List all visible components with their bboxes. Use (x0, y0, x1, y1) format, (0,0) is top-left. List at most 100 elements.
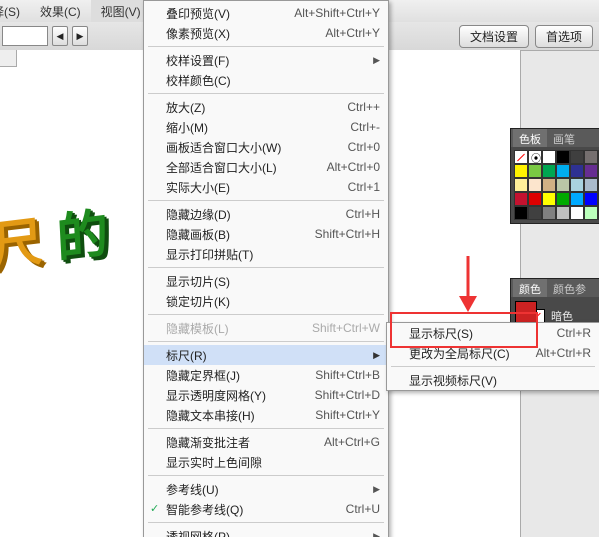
view-menu-item-24[interactable]: 隐藏文本串接(H)Shift+Ctrl+Y (144, 405, 388, 425)
view-menu-item-27[interactable]: 显示实时上色间隙 (144, 452, 388, 472)
view-menu-item-22[interactable]: 隐藏定界框(J)Shift+Ctrl+B (144, 365, 388, 385)
menu-item-accelerator: Ctrl+H (346, 207, 380, 221)
swatch[interactable] (514, 206, 528, 220)
swatch[interactable] (556, 192, 570, 206)
swatch[interactable] (556, 164, 570, 178)
color-panel-tabs: 颜色 颜色参 (511, 279, 599, 297)
swatch[interactable] (584, 178, 598, 192)
menu-view[interactable]: 视图(V) (91, 0, 151, 23)
view-menu-item-1[interactable]: 像素预览(X)Alt+Ctrl+Y (144, 23, 388, 43)
view-menu-item-8[interactable]: 画板适合窗口大小(W)Ctrl+0 (144, 137, 388, 157)
swatch[interactable] (556, 206, 570, 220)
view-menu-item-17[interactable]: 锁定切片(K) (144, 291, 388, 311)
swatches-panel[interactable]: 色板 画笔 (510, 128, 599, 224)
view-menu-separator (148, 428, 384, 429)
swatch[interactable] (514, 192, 528, 206)
swatch[interactable] (528, 164, 542, 178)
ruler-submenu-item-0[interactable]: 显示标尺(S)Ctrl+R (387, 323, 599, 343)
menu-item-label: 锁定切片(K) (166, 293, 380, 310)
menu-item-accelerator: Alt+Ctrl+0 (327, 160, 380, 174)
swatch-grid (511, 147, 599, 223)
ruler-corner (0, 50, 17, 67)
tab-swatches[interactable]: 色板 (513, 129, 547, 147)
view-menu-item-9[interactable]: 全部适合窗口大小(L)Alt+Ctrl+0 (144, 157, 388, 177)
view-menu-item-12[interactable]: 隐藏边缘(D)Ctrl+H (144, 204, 388, 224)
swatch[interactable] (542, 178, 556, 192)
tab-color[interactable]: 颜色 (513, 279, 547, 297)
swatch[interactable] (570, 164, 584, 178)
artwork-3d-text: 尺 的 (0, 191, 110, 281)
view-menu-item-0[interactable]: 叠印预览(V)Alt+Shift+Ctrl+Y (144, 3, 388, 23)
swatch[interactable] (584, 164, 598, 178)
check-icon: ✓ (150, 502, 159, 515)
view-menu-item-14[interactable]: 显示打印拼贴(T) (144, 244, 388, 264)
view-menu-item-29[interactable]: 参考线(U)▶ (144, 479, 388, 499)
view-menu-item-3[interactable]: 校样设置(F)▶ (144, 50, 388, 70)
swatch[interactable] (584, 192, 598, 206)
menu-item-label: 透视网格(P) (166, 528, 367, 537)
menu-item-accelerator: Alt+Ctrl+R (536, 346, 591, 360)
next-arrow-button[interactable]: ▶ (72, 26, 88, 46)
swatch[interactable] (556, 150, 570, 164)
view-menu-item-10[interactable]: 实际大小(E)Ctrl+1 (144, 177, 388, 197)
menu-item-label: 显示切片(S) (166, 273, 380, 290)
chevron-right-icon: ▶ (373, 55, 380, 66)
menu-item-accelerator: Shift+Ctrl+Y (315, 408, 380, 422)
menu-item-label: 隐藏文本串接(H) (166, 407, 315, 424)
tab-brushes[interactable]: 画笔 (547, 129, 581, 147)
view-menu-item-32[interactable]: 透视网格(P)▶ (144, 526, 388, 537)
swatch[interactable] (584, 150, 598, 164)
view-menu-item-19: 隐藏模板(L)Shift+Ctrl+W (144, 318, 388, 338)
view-menu-item-4[interactable]: 校样颜色(C) (144, 70, 388, 90)
view-menu-item-26[interactable]: 隐藏渐变批注者Alt+Ctrl+G (144, 432, 388, 452)
menu-item-label: 显示透明度网格(Y) (166, 387, 315, 404)
menu-item-label: 显示实时上色间隙 (166, 454, 380, 471)
swatch[interactable] (570, 178, 584, 192)
menu-item-label: 缩小(M) (166, 119, 350, 136)
artwork-char-2: 的 (55, 205, 110, 269)
tab-color-guide[interactable]: 颜色参 (547, 279, 592, 297)
swatch[interactable] (542, 206, 556, 220)
prev-arrow-button[interactable]: ◀ (52, 26, 68, 46)
view-menu-item-16[interactable]: 显示切片(S) (144, 271, 388, 291)
menu-select[interactable]: 选择(S) (0, 0, 30, 23)
swatch[interactable] (542, 164, 556, 178)
swatch[interactable] (542, 192, 556, 206)
preferences-button[interactable]: 首选项 (535, 25, 593, 48)
menu-item-label: 实际大小(E) (166, 179, 348, 196)
view-menu-item-13[interactable]: 隐藏画板(B)Shift+Ctrl+H (144, 224, 388, 244)
artboard-number-input[interactable] (2, 26, 48, 46)
menu-item-accelerator: Ctrl+1 (348, 180, 380, 194)
menu-item-label: 参考线(U) (166, 481, 367, 498)
swatch[interactable] (570, 206, 584, 220)
view-menu-item-7[interactable]: 缩小(M)Ctrl+- (144, 117, 388, 137)
swatch[interactable] (514, 150, 528, 164)
swatch[interactable] (514, 178, 528, 192)
menu-item-label: 放大(Z) (166, 99, 347, 116)
menu-item-accelerator: Ctrl+R (557, 326, 591, 340)
swatch[interactable] (514, 164, 528, 178)
menu-item-accelerator: Shift+Ctrl+B (315, 368, 380, 382)
swatch[interactable] (570, 192, 584, 206)
swatch[interactable] (542, 150, 556, 164)
view-menu-separator (148, 522, 384, 523)
view-menu-item-21[interactable]: 标尺(R)▶ (144, 345, 388, 365)
menu-effects[interactable]: 效果(C) (30, 0, 91, 23)
view-menu-item-23[interactable]: 显示透明度网格(Y)Shift+Ctrl+D (144, 385, 388, 405)
swatch[interactable] (584, 206, 598, 220)
menu-item-accelerator: Ctrl+0 (348, 140, 380, 154)
view-menu-item-6[interactable]: 放大(Z)Ctrl++ (144, 97, 388, 117)
ruler-submenu-item-1[interactable]: 更改为全局标尺(C)Alt+Ctrl+R (387, 343, 599, 363)
menu-item-accelerator: Shift+Ctrl+D (315, 388, 380, 402)
swatch[interactable] (528, 150, 542, 164)
ruler-submenu-item-3[interactable]: 显示视频标尺(V) (387, 370, 599, 390)
menu-item-label: 叠印预览(V) (166, 5, 294, 22)
swatch[interactable] (556, 178, 570, 192)
artwork-char-1: 尺 (0, 213, 44, 277)
swatch[interactable] (570, 150, 584, 164)
swatch[interactable] (528, 178, 542, 192)
view-menu-item-30[interactable]: ✓智能参考线(Q)Ctrl+U (144, 499, 388, 519)
swatch[interactable] (528, 206, 542, 220)
swatch[interactable] (528, 192, 542, 206)
document-setup-button[interactable]: 文档设置 (459, 25, 529, 48)
